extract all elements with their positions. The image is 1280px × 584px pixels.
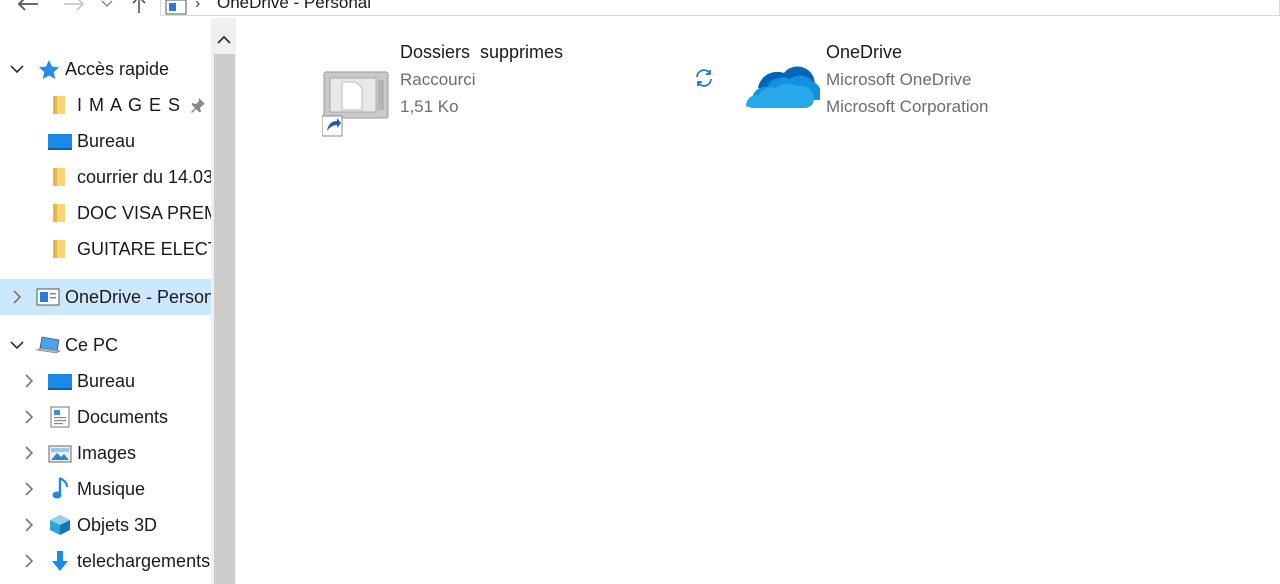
sidebar-item-label: Documents [77, 406, 169, 427]
desktop-icon [48, 373, 72, 391]
address-bar[interactable]: › OneDrive - Personal [160, 0, 1280, 16]
folder-icon [52, 240, 66, 258]
sidebar-item-guitare[interactable]: GUITARE ELECTR [0, 231, 211, 267]
chevron-down-icon[interactable] [9, 337, 25, 353]
navigation-bar: › OneDrive - Personal [0, 0, 1280, 19]
sidebar-scrollbar[interactable] [211, 18, 236, 584]
forward-arrow-icon [64, 0, 85, 11]
sidebar-item-label: I M A G E S [77, 94, 182, 115]
scroll-thumb[interactable] [214, 54, 235, 584]
up-button[interactable] [128, 0, 150, 14]
breadcrumb-chevron-icon: › [195, 0, 201, 12]
sidebar-item-bureau[interactable]: Bureau [0, 123, 211, 159]
scroll-up-button[interactable] [211, 28, 236, 52]
file-item-dossiers-supprimes[interactable]: Dossiers supprimes Raccourci 1,51 Ko [316, 36, 656, 138]
sidebar-item-onedrive[interactable]: OneDrive - Person [0, 279, 211, 315]
up-arrow-icon [132, 0, 146, 13]
sidebar-item-pc-bureau[interactable]: Bureau [0, 363, 211, 399]
computer-icon [36, 335, 62, 355]
sidebar-item-label: courrier du 14.03 [77, 166, 211, 187]
chevron-right-icon[interactable] [9, 289, 25, 305]
back-button[interactable] [14, 0, 42, 14]
chevron-down-icon [101, 0, 113, 8]
file-name: Dossiers supprimes [400, 42, 564, 62]
sidebar-item-label: Images [77, 442, 137, 463]
folder-icon [52, 96, 66, 114]
sidebar-item-label: OneDrive - Person [65, 286, 211, 307]
recent-locations-button[interactable] [98, 0, 116, 14]
chevron-right-icon[interactable] [21, 445, 37, 461]
onedrive-cloud-icon [744, 66, 820, 118]
sidebar-item-label: Musique [77, 478, 146, 499]
chevron-up-icon [216, 35, 231, 44]
sidebar-item-telechargements[interactable]: telechargements [0, 543, 211, 579]
documents-icon [50, 406, 70, 428]
chevron-right-icon[interactable] [21, 517, 37, 533]
chevron-down-icon[interactable] [9, 61, 25, 77]
back-arrow-icon [17, 0, 38, 11]
file-description: Microsoft OneDrive [826, 70, 972, 89]
sync-icon [694, 68, 714, 88]
forward-button[interactable] [60, 0, 88, 14]
desktop-icon [48, 133, 72, 151]
sidebar-item-label: Bureau [77, 130, 136, 151]
sidebar-item-images-pc[interactable]: Images [0, 435, 211, 471]
file-size: 1,51 Ko [400, 97, 459, 116]
music-note-icon [52, 477, 70, 501]
chevron-right-icon[interactable] [21, 553, 37, 569]
chevron-right-icon[interactable] [21, 481, 37, 497]
sidebar-item-label: Bureau [77, 370, 136, 391]
cube-3d-icon [49, 514, 71, 536]
sidebar-item-musique[interactable]: Musique [0, 471, 211, 507]
quick-access-label: Accès rapide [65, 58, 170, 79]
onedrive-location-icon [165, 0, 187, 20]
sidebar-item-label: DOC VISA PREM [77, 202, 211, 223]
sidebar-item-objets-3d[interactable]: Objets 3D [0, 507, 211, 543]
this-pc-node[interactable]: Ce PC [0, 327, 211, 363]
pin-icon[interactable] [189, 96, 207, 114]
quick-access-node[interactable]: Accès rapide [0, 51, 211, 87]
onedrive-location-icon [36, 288, 60, 306]
shortcut-icon [322, 58, 390, 138]
file-view: Dossiers supprimes Raccourci 1,51 Ko One… [236, 18, 1280, 584]
sidebar-item-documents[interactable]: Documents [0, 399, 211, 435]
sidebar-item-images[interactable]: I M A G E S [0, 87, 211, 123]
sidebar-item-label: telechargements [77, 550, 211, 571]
folder-icon [52, 168, 66, 186]
file-company: Microsoft Corporation [826, 97, 989, 116]
sidebar-item-label: Objets 3D [77, 514, 158, 535]
folder-icon [52, 204, 66, 222]
star-icon [38, 59, 60, 79]
sidebar-item-label: GUITARE ELECTR [77, 238, 211, 259]
file-type: Raccourci [400, 70, 476, 89]
breadcrumb-item[interactable]: OneDrive - Personal [217, 0, 371, 13]
this-pc-label: Ce PC [65, 334, 119, 355]
file-name: OneDrive [826, 42, 903, 62]
download-arrow-icon [50, 550, 70, 572]
sidebar-item-courrier[interactable]: courrier du 14.03 [0, 159, 211, 195]
navigation-pane: Accès rapide I M A G E S Bureau courrier… [0, 18, 211, 584]
sidebar-item-doc-visa[interactable]: DOC VISA PREM [0, 195, 211, 231]
chevron-right-icon[interactable] [21, 409, 37, 425]
file-item-onedrive[interactable]: OneDrive Microsoft OneDrive Microsoft Co… [686, 36, 1126, 136]
chevron-right-icon[interactable] [21, 373, 37, 389]
pictures-icon [48, 445, 72, 463]
